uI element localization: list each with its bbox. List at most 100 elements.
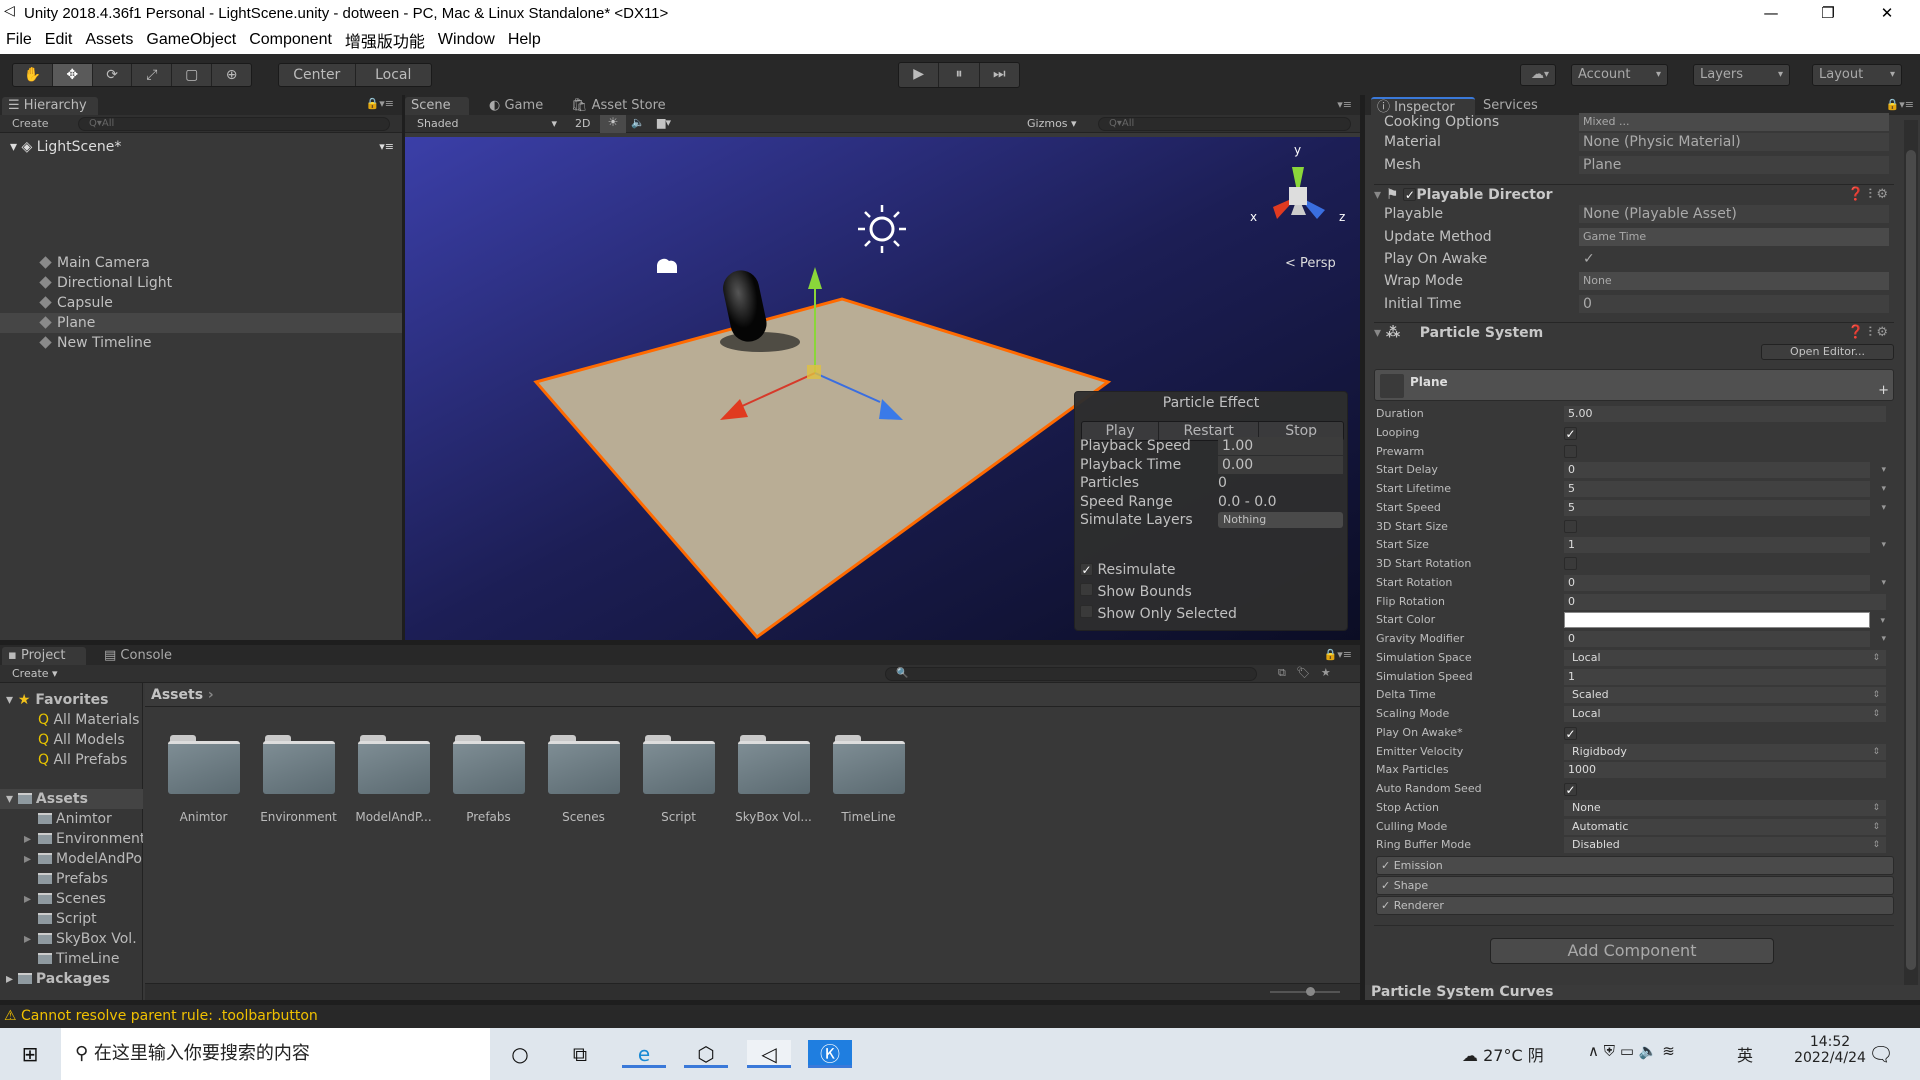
- checkbox[interactable]: ✓: [1564, 783, 1577, 796]
- field-dropdown[interactable]: None: [1564, 799, 1886, 816]
- folder-label[interactable]: SkyBox Vol...: [726, 810, 821, 824]
- hierarchy-item[interactable]: New Timeline: [0, 333, 402, 353]
- show-hidden-icon[interactable]: ∧: [1588, 1042, 1599, 1060]
- component-icons[interactable]: ❓ ⫶ ⚙: [1848, 185, 1888, 205]
- checkbox[interactable]: [1080, 605, 1093, 618]
- field-value[interactable]: 1: [1564, 537, 1886, 554]
- gizmos-dropdown[interactable]: Gizmos ▾: [1027, 117, 1077, 130]
- gear-icon[interactable]: ⚙: [1876, 187, 1888, 202]
- asset-folder[interactable]: Animtor: [0, 809, 143, 829]
- tray-icons[interactable]: ∧ ⛨ ▭ 🔈 ≋: [1588, 1042, 1675, 1060]
- tab-scene[interactable]: Scene: [405, 97, 469, 115]
- panel-menu-icon[interactable]: ▾≡: [1337, 98, 1352, 111]
- status-bar[interactable]: ⚠ Cannot resolve parent rule: .toolbarbu…: [0, 1005, 1920, 1028]
- hierarchy-item[interactable]: Plane: [0, 313, 402, 333]
- volume-icon[interactable]: 🔈: [1639, 1042, 1658, 1060]
- pe-checkbox-row[interactable]: Show Only Selected: [1080, 604, 1340, 624]
- packages-root[interactable]: ▸ Packages: [0, 969, 143, 989]
- rect-tool-icon[interactable]: ▢: [172, 64, 213, 86]
- field-dropdown[interactable]: Local: [1564, 706, 1886, 722]
- checkbox[interactable]: ✓: [1564, 726, 1577, 740]
- unity-hub-icon[interactable]: ⬡: [684, 1040, 728, 1068]
- filter-icons[interactable]: ⧉ 🏷 ★: [1278, 666, 1331, 680]
- pivot-center-button[interactable]: Center: [279, 64, 356, 86]
- scene-search-input[interactable]: Q▾All: [1098, 117, 1351, 131]
- module-enabled-check[interactable]: ✓: [1381, 859, 1390, 872]
- expand-arrow-icon[interactable]: ▸: [24, 889, 38, 909]
- favorite-item[interactable]: Q All Models: [0, 730, 143, 750]
- tab-game[interactable]: ◐ Game: [483, 97, 549, 115]
- shading-dropdown[interactable]: Shaded ▾: [417, 117, 557, 130]
- menu-gameobject[interactable]: GameObject: [146, 31, 236, 49]
- start-color-swatch[interactable]: [1564, 612, 1885, 629]
- edge-icon[interactable]: e: [622, 1040, 666, 1068]
- particle-module-emission[interactable]: ✓ Emission: [1376, 856, 1894, 875]
- maximize-button[interactable]: ❐: [1805, 0, 1851, 26]
- checkbox[interactable]: ✓: [1564, 426, 1577, 440]
- menu-help[interactable]: Help: [508, 31, 541, 49]
- folder-label[interactable]: Prefabs: [441, 810, 536, 824]
- folder-icon[interactable]: [833, 735, 905, 795]
- notification-icon[interactable]: 🗨: [1866, 1040, 1896, 1068]
- open-editor-button[interactable]: Open Editor...: [1761, 344, 1894, 360]
- asset-folder[interactable]: Script: [0, 909, 143, 929]
- folder-icon[interactable]: [263, 735, 335, 795]
- tab-asset-store[interactable]: 🛍 Asset Store: [565, 97, 672, 115]
- scrollbar-thumb[interactable]: [1906, 150, 1916, 970]
- minimize-button[interactable]: —: [1748, 0, 1794, 26]
- field-value[interactable]: 5: [1564, 499, 1886, 516]
- particle-system-header[interactable]: ▾ ⁂ Particle System ❓ ⫶ ⚙: [1374, 323, 1894, 343]
- checkbox[interactable]: [1564, 519, 1577, 533]
- field-value[interactable]: Game Time: [1579, 228, 1889, 246]
- favorite-item[interactable]: Q All Prefabs: [0, 750, 143, 770]
- expand-arrow-icon[interactable]: ▸: [24, 929, 38, 949]
- hierarchy-search-input[interactable]: Q▾All: [78, 117, 390, 131]
- gear-icon[interactable]: ⚙: [1876, 325, 1888, 340]
- account-dropdown[interactable]: Account: [1571, 64, 1668, 86]
- menu-component[interactable]: Component: [249, 31, 332, 49]
- field-value[interactable]: ✓: [1579, 250, 1889, 268]
- filter-label-icon[interactable]: 🏷: [1296, 666, 1310, 679]
- breadcrumb-assets[interactable]: Assets: [151, 687, 203, 703]
- field-dropdown[interactable]: Local: [1564, 649, 1886, 666]
- cortana-icon[interactable]: ○: [505, 1040, 535, 1068]
- security-icon[interactable]: ⛨: [1604, 1042, 1615, 1060]
- expand-arrow-icon[interactable]: ▸: [24, 849, 38, 869]
- favorite-star-icon[interactable]: ★: [1321, 666, 1331, 679]
- cloud-button[interactable]: ☁: [1520, 64, 1556, 86]
- folder-label[interactable]: Script: [631, 810, 726, 824]
- checkbox[interactable]: [1564, 557, 1577, 570]
- panel-menu-icon[interactable]: 🔒▾≡: [1886, 98, 1914, 111]
- add-component-button[interactable]: Add Component: [1490, 938, 1774, 964]
- menu-assets[interactable]: Assets: [85, 31, 133, 49]
- hand-tool-icon[interactable]: ✋: [13, 64, 53, 86]
- field-dropdown[interactable]: Disabled: [1564, 837, 1886, 854]
- hierarchy-item[interactable]: Directional Light: [0, 273, 402, 293]
- particle-module-header[interactable]: Plane +: [1374, 369, 1894, 401]
- 2d-toggle[interactable]: 2D: [575, 117, 590, 130]
- pivot-local-button[interactable]: Local: [356, 64, 432, 86]
- audio-toggle-icon[interactable]: 🔈: [631, 116, 645, 129]
- folder-icon[interactable]: [548, 735, 620, 795]
- field-dropdown[interactable]: Scaled: [1564, 687, 1886, 704]
- effects-toggle-icon[interactable]: ▆▾: [657, 116, 671, 129]
- asset-folder[interactable]: Prefabs: [0, 869, 143, 889]
- menu-file[interactable]: File: [6, 31, 32, 49]
- field-value[interactable]: Plane: [1579, 156, 1889, 174]
- field-value[interactable]: 0: [1564, 462, 1886, 479]
- scene-root[interactable]: ▾ ◈ LightScene* ▾≡: [0, 137, 402, 157]
- layers-dropdown[interactable]: Layers: [1693, 64, 1790, 86]
- inspector-scrollbar[interactable]: [1904, 120, 1918, 990]
- play-button[interactable]: ▶: [899, 63, 940, 87]
- favorites-root[interactable]: ▾ ★ Favorites: [0, 690, 143, 710]
- favorite-item[interactable]: Q All Materials: [0, 710, 143, 730]
- menu-enhanced[interactable]: 增强版功能: [345, 28, 425, 52]
- asset-folder[interactable]: ▸ Scenes: [0, 889, 143, 909]
- asset-folder[interactable]: ▸ Environment: [0, 829, 143, 849]
- task-view-icon[interactable]: ⧉: [565, 1040, 595, 1068]
- lighting-toggle-icon[interactable]: ☀: [600, 115, 626, 133]
- step-button[interactable]: ⏭: [980, 63, 1019, 87]
- pe-checkbox-row[interactable]: ✓ Resimulate: [1080, 560, 1340, 580]
- playable-director-header[interactable]: ▾ ⚑ ✓Playable Director ❓ ⫶ ⚙: [1374, 185, 1894, 205]
- field-value[interactable]: None: [1579, 272, 1889, 290]
